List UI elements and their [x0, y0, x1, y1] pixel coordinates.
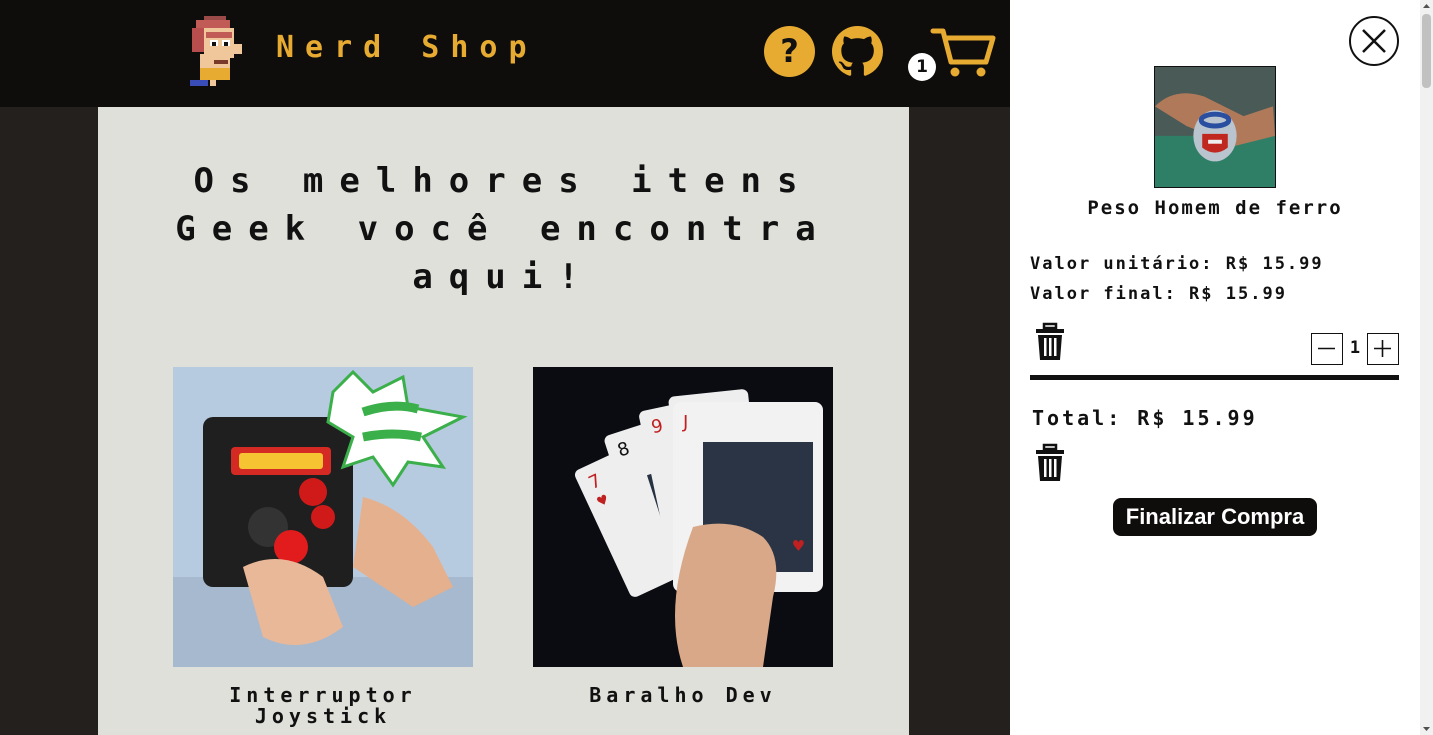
product-image-joystick[interactable] [173, 367, 473, 667]
quantity-value: 1 [1349, 338, 1361, 358]
main-content: Os melhores itens Geek você encontra aqu… [98, 107, 909, 735]
scroll-up-icon[interactable] [1420, 0, 1433, 12]
decrease-quantity-button[interactable] [1311, 333, 1343, 365]
cart-divider [1030, 375, 1399, 380]
svg-text:♥: ♥ [793, 536, 804, 557]
github-icon[interactable] [832, 26, 883, 77]
help-button[interactable]: ? [764, 26, 815, 77]
scroll-down-icon[interactable] [1420, 723, 1433, 735]
scrollbar[interactable] [1420, 0, 1433, 735]
unit-price: Valor unitário: R$ 15.99 [1030, 254, 1324, 274]
trash-icon[interactable] [1034, 443, 1066, 483]
close-cart-button[interactable] [1349, 16, 1399, 66]
site-header: Nerd Shop ? 1 [0, 0, 1010, 107]
product-card[interactable]: 7♥ 8 9 10 J♥ Baralho Dev [533, 367, 833, 706]
cart-item-name: Peso Homem de ferro [1087, 197, 1343, 219]
close-icon [1362, 29, 1386, 53]
product-card[interactable]: Interruptor Joystick [173, 367, 473, 727]
svg-text:J: J [682, 412, 688, 433]
product-image-cards[interactable]: 7♥ 8 9 10 J♥ [533, 367, 833, 667]
product-title[interactable]: Baralho Dev [533, 685, 833, 706]
scroll-thumb[interactable] [1422, 14, 1431, 88]
checkout-button[interactable]: Finalizar Compra [1113, 498, 1317, 536]
hero-headline: Os melhores itens Geek você encontra aqu… [175, 161, 832, 297]
cart-total: Total: R$ 15.99 [1032, 406, 1258, 430]
pixel-avatar-logo[interactable] [186, 14, 248, 88]
final-price: Valor final: R$ 15.99 [1030, 284, 1287, 304]
minus-icon [1318, 347, 1335, 350]
product-title[interactable]: Interruptor Joystick [173, 685, 473, 727]
help-icon: ? [780, 32, 799, 70]
increase-quantity-button[interactable] [1367, 333, 1399, 365]
trash-icon[interactable] [1034, 322, 1066, 362]
cart-item-image [1154, 66, 1276, 188]
plus-icon [1374, 340, 1391, 357]
cart-icon[interactable] [930, 26, 996, 78]
brand-title[interactable]: Nerd Shop [276, 30, 538, 65]
cart-drawer: Peso Homem de ferro Valor unitário: R$ 1… [1010, 0, 1420, 735]
